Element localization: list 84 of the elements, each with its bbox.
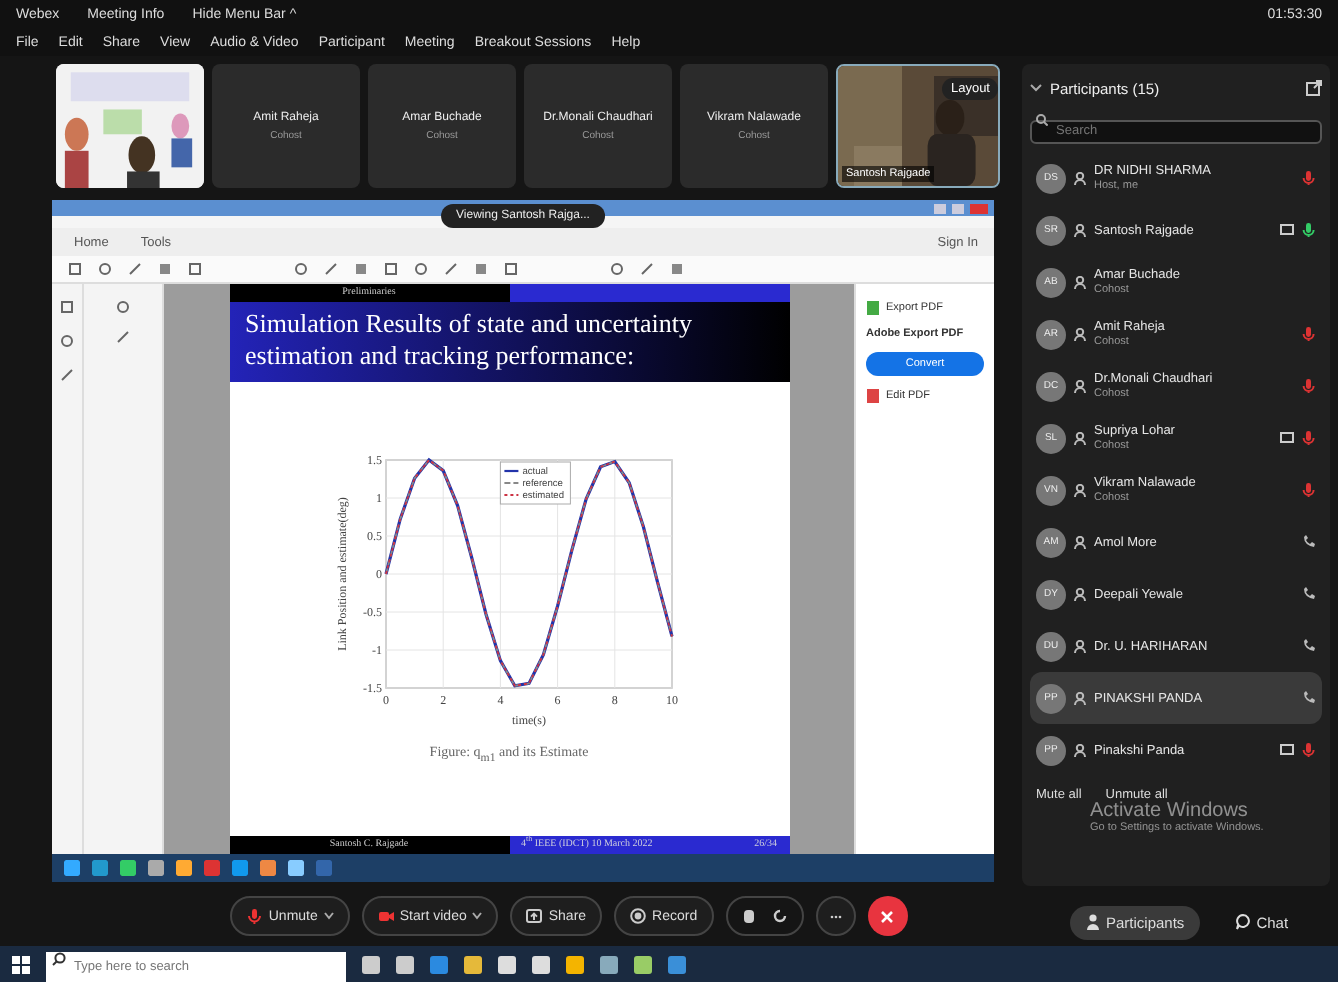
person-icon: [1074, 379, 1086, 393]
sidebar-icon[interactable]: [60, 334, 74, 348]
share-screen-icon: [526, 908, 543, 924]
app-tile-icon[interactable]: [92, 860, 108, 876]
app-tile-icon[interactable]: [532, 955, 550, 973]
app-tile-icon[interactable]: [498, 955, 516, 973]
toolbar-icon[interactable]: [354, 262, 368, 276]
app-tile-icon[interactable]: [600, 955, 618, 973]
app-tile-icon[interactable]: [464, 955, 482, 973]
person-icon: [1074, 587, 1086, 601]
search-icon: [52, 952, 66, 967]
reactions-control[interactable]: [725, 896, 804, 936]
microphone-muted-icon[interactable]: [1302, 482, 1316, 498]
person-icon: [1074, 327, 1086, 341]
toolbar-icon[interactable]: [294, 262, 308, 276]
sidebar-icon[interactable]: [60, 368, 74, 382]
microphone-icon[interactable]: [1302, 222, 1316, 238]
toolbar-icon[interactable]: [414, 262, 428, 276]
edit-pdf-icon: [866, 388, 880, 404]
toolbar-icon[interactable]: [68, 262, 82, 276]
app-tile-icon[interactable]: [204, 860, 220, 876]
app-tile-icon[interactable]: [288, 860, 304, 876]
windows-logo-icon[interactable]: [12, 955, 30, 973]
person-icon: [1074, 691, 1086, 705]
leave-button[interactable]: [867, 896, 908, 936]
refresh-icon[interactable]: [771, 908, 788, 924]
person-icon: [1074, 639, 1086, 653]
microphone-muted-icon[interactable]: [1302, 326, 1316, 342]
toolbar-icon[interactable]: [384, 262, 398, 276]
chat-bubble-icon: [1236, 914, 1251, 930]
toolbar-icon[interactable]: [640, 262, 654, 276]
person-icon: [1086, 914, 1100, 930]
person-icon: [1074, 171, 1086, 185]
app-tile-icon[interactable]: [316, 860, 332, 876]
collapse-icon[interactable]: [1030, 84, 1042, 92]
person-icon: [1074, 483, 1086, 497]
close-icon: [880, 909, 895, 923]
camera-off-icon: [377, 908, 394, 924]
app-tile-icon[interactable]: [634, 955, 652, 973]
microphone-muted-icon[interactable]: [1302, 378, 1316, 394]
pop-out-icon[interactable]: [1306, 80, 1322, 96]
app-tile-icon[interactable]: [64, 860, 80, 876]
microphone-muted-icon: [246, 908, 263, 924]
phone-icon[interactable]: [1302, 586, 1316, 602]
toolbar-icon[interactable]: [670, 262, 684, 276]
toolbar-icon[interactable]: [474, 262, 488, 276]
toolbar-icon[interactable]: [188, 262, 202, 276]
app-tile-icon[interactable]: [148, 860, 164, 876]
toolbar-icon[interactable]: [610, 262, 624, 276]
toolbar-icon[interactable]: [158, 262, 172, 276]
export-pdf-icon: [866, 300, 880, 316]
app-tile-icon[interactable]: [260, 860, 276, 876]
microphone-muted-icon[interactable]: [1302, 170, 1316, 186]
person-icon: [1074, 743, 1086, 757]
app-tile-icon[interactable]: [232, 860, 248, 876]
app-tile-icon[interactable]: [362, 955, 380, 973]
phone-icon[interactable]: [1302, 690, 1316, 706]
person-icon: [1074, 431, 1086, 445]
app-tile-icon[interactable]: [668, 955, 686, 973]
sidebar-icon[interactable]: [60, 300, 74, 314]
toolbar-icon[interactable]: [444, 262, 458, 276]
toolbar-icon[interactable]: [324, 262, 338, 276]
phone-icon[interactable]: [1302, 638, 1316, 654]
sidebar-icon[interactable]: [116, 330, 130, 344]
person-icon: [1074, 223, 1086, 237]
activation-notice-title: Activate Windows: [1090, 800, 1250, 822]
toolbar-icon[interactable]: [128, 262, 142, 276]
toolbar-icon[interactable]: [504, 262, 518, 276]
toolbar-icon[interactable]: [98, 262, 112, 276]
sidebar-icon[interactable]: [116, 300, 130, 314]
app-tile-icon[interactable]: [396, 955, 414, 973]
search-icon: [1036, 114, 1048, 126]
app-tile-icon[interactable]: [120, 860, 136, 876]
person-icon: [1074, 535, 1086, 549]
app-tile-icon[interactable]: [566, 955, 584, 973]
microphone-muted-icon[interactable]: [1302, 430, 1316, 446]
more-icon: [829, 913, 842, 919]
person-icon: [1074, 275, 1086, 289]
app-tile-icon[interactable]: [176, 860, 192, 876]
record-icon: [630, 908, 647, 924]
microphone-muted-icon[interactable]: [1302, 742, 1316, 758]
app-tile-icon[interactable]: [430, 955, 448, 973]
slide-title: Simulation Results of state and uncertainty estimation and tracking performance:: [229, 302, 789, 382]
phone-icon[interactable]: [1302, 534, 1316, 550]
